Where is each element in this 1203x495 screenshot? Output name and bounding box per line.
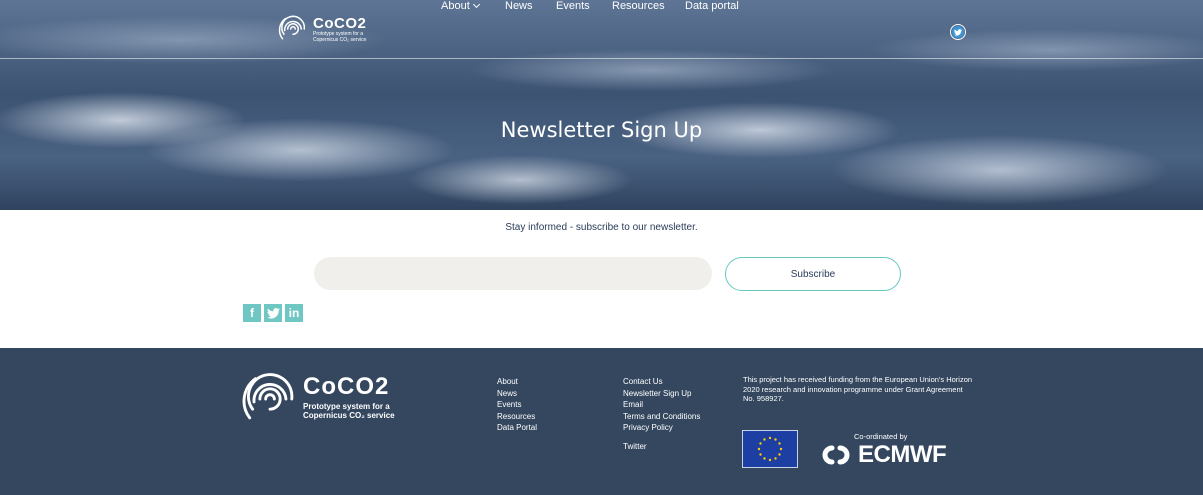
- linkedin-share-button[interactable]: in: [285, 304, 303, 322]
- twitter-icon: [952, 26, 964, 38]
- footer-link-terms[interactable]: Terms and Conditions: [623, 411, 700, 423]
- nav-data-portal[interactable]: Data portal: [685, 0, 739, 12]
- nav-divider: [0, 58, 1203, 59]
- ecmwf-mark-icon: [822, 445, 850, 465]
- footer-link-contact[interactable]: Contact Us: [623, 376, 700, 388]
- footer: [0, 348, 1203, 495]
- coco2-spiral-icon: [242, 373, 294, 420]
- header-twitter-link[interactable]: [950, 24, 966, 40]
- facebook-share-button[interactable]: f: [243, 304, 261, 322]
- eu-stars-icon: [757, 436, 783, 462]
- footer-link-about[interactable]: About: [497, 376, 537, 388]
- nav-news[interactable]: News: [505, 0, 533, 12]
- share-buttons: f in: [243, 304, 303, 322]
- header-logo[interactable]: CoCO2 Prototype system for a Copernicus …: [278, 14, 373, 44]
- footer-link-resources[interactable]: Resources: [497, 411, 537, 423]
- email-input[interactable]: [314, 257, 712, 290]
- coco2-spiral-icon: [278, 15, 306, 40]
- footer-link-data-portal[interactable]: Data Portal: [497, 422, 537, 434]
- coordinated-by-label: Co-ordinated by: [854, 432, 908, 441]
- chevron-down-icon: [472, 0, 480, 9]
- footer-link-twitter[interactable]: Twitter: [623, 441, 700, 453]
- footer-links-col1: About News Events Resources Data Portal: [497, 376, 537, 434]
- nav-about[interactable]: About: [441, 0, 480, 12]
- footer-link-privacy[interactable]: Privacy Policy: [623, 422, 700, 434]
- subscribe-button[interactable]: Subscribe: [725, 257, 901, 291]
- brand-tagline: Prototype system for a Copernicus CO₂ se…: [313, 30, 367, 43]
- footer-links-col2: Contact Us Newsletter Sign Up Email Term…: [623, 376, 700, 453]
- footer-logo[interactable]: CoCO2 Prototype system for a Copernicus …: [241, 370, 395, 428]
- footer-brand-name: CoCO2: [303, 373, 390, 400]
- nav-resources[interactable]: Resources: [612, 0, 665, 12]
- funding-statement: This project has received funding from t…: [743, 375, 973, 403]
- linkedin-icon: in: [288, 306, 300, 320]
- nav-events[interactable]: Events: [556, 0, 590, 12]
- twitter-share-button[interactable]: [264, 304, 282, 322]
- facebook-icon: f: [250, 306, 254, 320]
- footer-link-newsletter[interactable]: Newsletter Sign Up: [623, 388, 700, 400]
- ecmwf-wordmark: ECMWF: [858, 441, 947, 468]
- eu-flag-logo: [742, 430, 798, 468]
- ecmwf-logo[interactable]: ECMWF: [818, 441, 947, 468]
- footer-tagline-line2: Copernicus CO₂ service: [303, 411, 395, 420]
- newsletter-intro: Stay informed - subscribe to our newslet…: [505, 222, 698, 233]
- brand-name: CoCO2: [313, 14, 367, 32]
- footer-link-events[interactable]: Events: [497, 399, 537, 411]
- page-title: Newsletter Sign Up: [500, 118, 703, 142]
- nav-about-label: About: [441, 0, 470, 12]
- hero-banner: [0, 0, 1203, 210]
- footer-link-news[interactable]: News: [497, 388, 537, 400]
- twitter-icon: [266, 307, 280, 319]
- footer-tagline-line1: Prototype system for a: [303, 402, 390, 411]
- footer-link-email[interactable]: Email: [623, 399, 700, 411]
